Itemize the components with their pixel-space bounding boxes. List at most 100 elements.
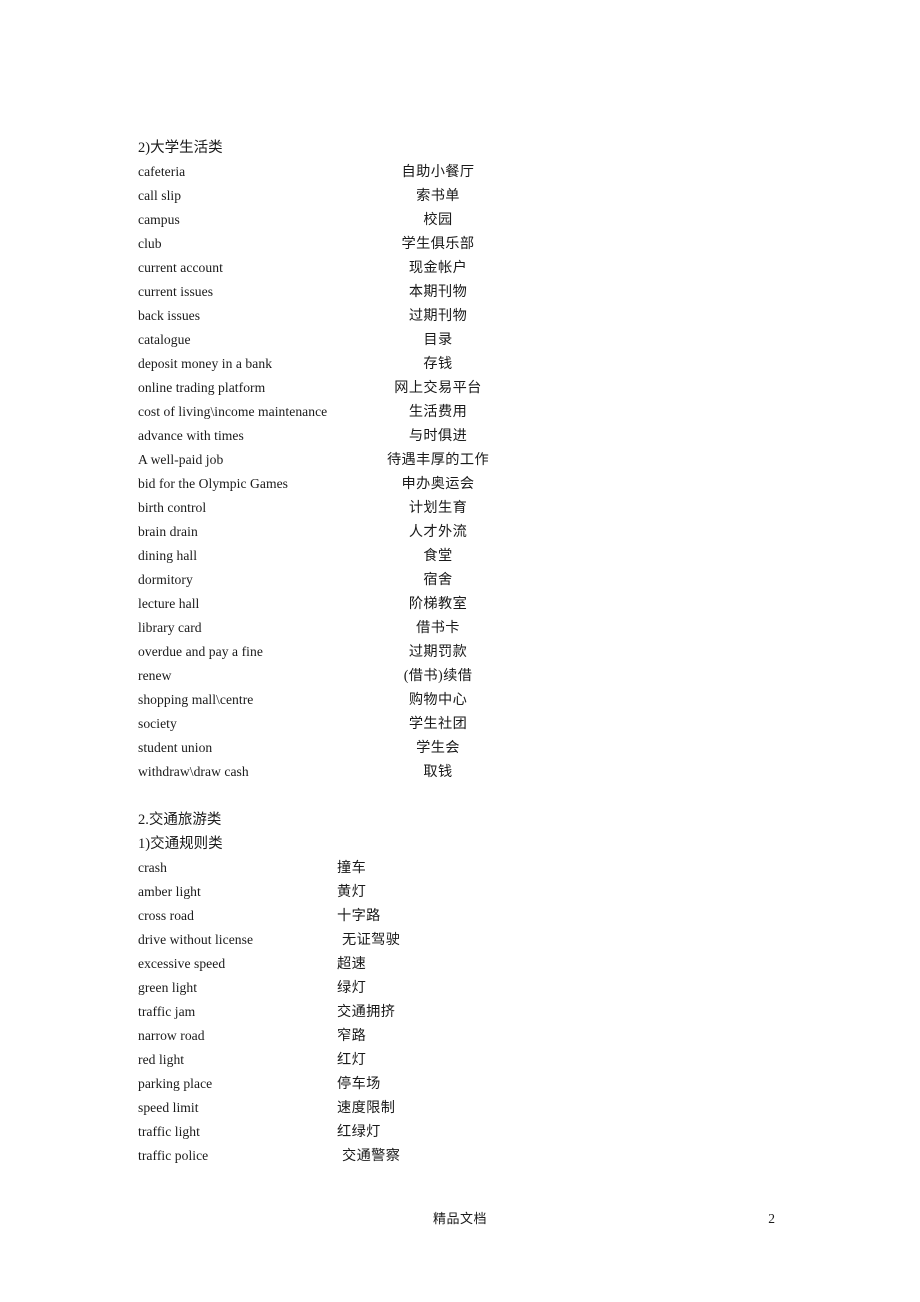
vocab-term-english: cross road: [138, 908, 194, 923]
vocab-term-chinese-text: 过期罚款: [408, 644, 468, 660]
vocab-row: society 学生社团: [138, 712, 838, 736]
vocab-term-chinese: 无证驾驶: [342, 932, 401, 948]
vocab-term-chinese: 黄灯: [337, 884, 367, 900]
vocab-term-chinese-text: 计划生育: [408, 500, 468, 516]
vocab-term-chinese: (借书)续借: [138, 664, 738, 688]
vocab-term-chinese-text: (借书)续借: [403, 668, 473, 684]
vocab-term-chinese-text: 本期刊物: [408, 284, 468, 300]
vocab-term-chinese: 交通拥挤: [337, 1004, 396, 1020]
vocab-row: traffic light 红绿灯: [138, 1120, 838, 1144]
vocab-term-chinese: 购物中心: [138, 688, 738, 712]
vocab-term-chinese-text: 学生社团: [408, 716, 468, 732]
vocab-term-english: traffic light: [138, 1124, 200, 1139]
vocab-term-chinese: 校园: [138, 208, 738, 232]
vocab-term-chinese-text: 索书单: [416, 188, 460, 204]
vocab-row: renew (借书)续借: [138, 664, 838, 688]
vocab-row: current account 现金帐户: [138, 256, 838, 280]
vocab-term-chinese: 过期刊物: [138, 304, 738, 328]
vocab-term-chinese: 过期罚款: [138, 640, 738, 664]
vocab-term-chinese: 交通警察: [342, 1148, 401, 1164]
section-subheading-traffic-rules: 1)交通规则类: [138, 836, 223, 852]
vocab-row: narrow road 窄路: [138, 1024, 838, 1048]
vocab-list-transport-travel: crash 撞车 amber light 黄灯 cross road 十字路 drive w…: [138, 856, 838, 1168]
vocab-row: crash 撞车: [138, 856, 838, 880]
section-transport-travel: 2.交通旅游类 1)交通规则类 crash 撞车 amber light 黄灯 cros…: [138, 808, 838, 1168]
vocab-row: withdraw\draw cash 取钱: [138, 760, 838, 784]
vocab-row: traffic jam 交通拥挤: [138, 1000, 838, 1024]
vocab-term-chinese-text: 校园: [423, 212, 453, 228]
section-heading-transport-travel: 2.交通旅游类: [138, 812, 222, 828]
vocab-row: lecture hall 阶梯教室: [138, 592, 838, 616]
document-page: 2)大学生活类 cafeteria 自助小餐厅 call slip 索书单 campus…: [0, 0, 920, 1302]
section-college-life: 2)大学生活类 cafeteria 自助小餐厅 call slip 索书单 campus…: [138, 136, 838, 784]
vocab-term-chinese: 现金帐户: [138, 256, 738, 280]
vocab-term-chinese: 食堂: [138, 544, 738, 568]
vocab-term-chinese-text: 学生俱乐部: [401, 236, 475, 252]
vocab-row: cost of living\income maintenance 生活费用: [138, 400, 838, 424]
vocab-term-chinese-text: 阶梯教室: [408, 596, 468, 612]
vocab-term-english: amber light: [138, 884, 201, 899]
vocab-row: catalogue 目录: [138, 328, 838, 352]
vocab-row: current issues 本期刊物: [138, 280, 838, 304]
vocab-term-english: green light: [138, 980, 198, 995]
vocab-list-college-life: cafeteria 自助小餐厅 call slip 索书单 campus 校园 club 学生…: [138, 160, 838, 784]
vocab-term-chinese-text: 网上交易平台: [394, 380, 482, 396]
footer-watermark-text: 精品文档: [432, 1211, 487, 1226]
vocab-row: A well-paid job 待遇丰厚的工作: [138, 448, 838, 472]
vocab-term-chinese: 十字路: [337, 908, 381, 924]
vocab-term-chinese: 借书卡: [138, 616, 738, 640]
vocab-row: dining hall 食堂: [138, 544, 838, 568]
vocab-term-chinese: 超速: [337, 956, 367, 972]
vocab-row: excessive speed 超速: [138, 952, 838, 976]
vocab-term-chinese-text: 存钱: [423, 356, 453, 372]
vocab-term-chinese-text: 申办奥运会: [401, 476, 475, 492]
vocab-row: cross road 十字路: [138, 904, 838, 928]
vocab-term-chinese: 网上交易平台: [138, 376, 738, 400]
page-footer: 精品文档 2: [0, 1207, 920, 1231]
vocab-term-chinese: 人才外流: [138, 520, 738, 544]
vocab-row: green light 绿灯: [138, 976, 838, 1000]
vocab-row: library card 借书卡: [138, 616, 838, 640]
vocab-row: club 学生俱乐部: [138, 232, 838, 256]
vocab-term-chinese-text: 过期刊物: [408, 308, 468, 324]
vocab-row: back issues 过期刊物: [138, 304, 838, 328]
vocab-row: dormitory 宿舍: [138, 568, 838, 592]
vocab-term-chinese: 宿舍: [138, 568, 738, 592]
vocab-term-english: excessive speed: [138, 956, 226, 971]
vocab-term-chinese: 目录: [138, 328, 738, 352]
page-number: 2: [768, 1211, 775, 1226]
vocab-term-chinese: 学生俱乐部: [138, 232, 738, 256]
vocab-term-chinese-text: 目录: [423, 332, 453, 348]
vocab-term-chinese: 存钱: [138, 352, 738, 376]
vocab-row: bid for the Olympic Games 申办奥运会: [138, 472, 838, 496]
vocab-row: amber light 黄灯: [138, 880, 838, 904]
vocab-term-chinese: 撞车: [337, 860, 367, 876]
vocab-term-chinese-text: 食堂: [423, 548, 453, 564]
vocab-row: deposit money in a bank 存钱: [138, 352, 838, 376]
vocab-term-chinese: 红绿灯: [337, 1124, 381, 1140]
vocab-row: campus 校园: [138, 208, 838, 232]
vocab-term-chinese-text: 人才外流: [408, 524, 468, 540]
vocab-term-chinese: 停车场: [337, 1076, 381, 1092]
vocab-row: advance with times 与时俱进: [138, 424, 838, 448]
vocab-term-chinese-text: 借书卡: [416, 620, 460, 636]
vocab-term-english: drive without license: [138, 932, 254, 947]
vocab-term-chinese-text: 宿舍: [423, 572, 453, 588]
vocab-term-chinese-text: 自助小餐厅: [401, 164, 475, 180]
section-heading-college-life: 2)大学生活类: [138, 140, 223, 156]
vocab-row: online trading platform 网上交易平台: [138, 376, 838, 400]
vocab-term-chinese: 自助小餐厅: [138, 160, 738, 184]
vocab-term-chinese: 索书单: [138, 184, 738, 208]
vocab-row: overdue and pay a fine 过期罚款: [138, 640, 838, 664]
vocab-term-chinese: 速度限制: [337, 1100, 396, 1116]
vocab-term-chinese-text: 现金帐户: [408, 260, 468, 276]
vocab-term-chinese: 取钱: [138, 760, 738, 784]
vocab-term-chinese-text: 学生会: [416, 740, 460, 756]
vocab-term-chinese-text: 购物中心: [408, 692, 468, 708]
document-body: 2)大学生活类 cafeteria 自助小餐厅 call slip 索书单 campus…: [138, 136, 838, 1168]
vocab-row: cafeteria 自助小餐厅: [138, 160, 838, 184]
vocab-term-chinese: 与时俱进: [138, 424, 738, 448]
vocab-term-chinese: 绿灯: [337, 980, 367, 996]
vocab-row: red light 红灯: [138, 1048, 838, 1072]
vocab-term-chinese-text: 生活费用: [408, 404, 468, 420]
